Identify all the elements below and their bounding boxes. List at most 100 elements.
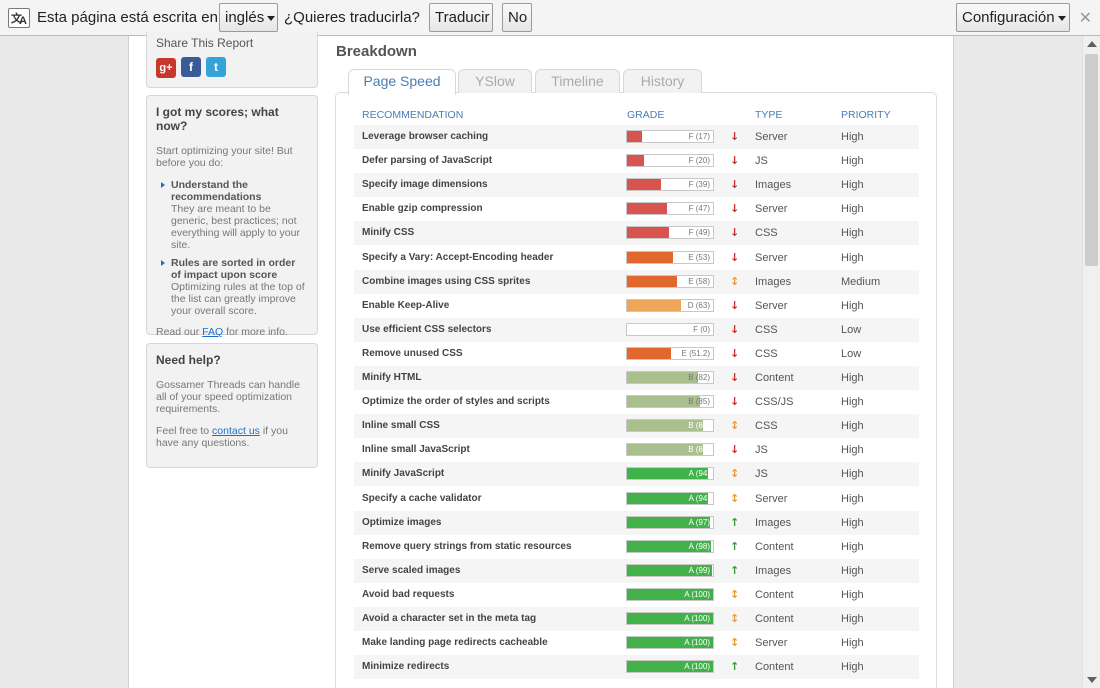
grade-fill: [627, 276, 677, 287]
type-cell: Server: [755, 637, 788, 649]
twitter-icon[interactable]: t: [206, 57, 226, 77]
no-button[interactable]: No: [502, 3, 532, 32]
col-recommendation[interactable]: RECOMMENDATION: [362, 109, 463, 121]
table-row[interactable]: Specify a Vary: Accept-Encoding header E …: [354, 246, 919, 270]
recommendation-name[interactable]: Make landing page redirects cacheable: [362, 637, 548, 648]
col-type[interactable]: TYPE: [755, 109, 782, 121]
recommendation-name[interactable]: Specify a Vary: Accept-Encoding header: [362, 252, 553, 263]
type-cell: JS: [755, 155, 768, 167]
contact-prefix: Feel free to: [156, 425, 210, 437]
recommendation-name[interactable]: Leverage browser caching: [362, 131, 488, 142]
translate-icon: 文A: [8, 8, 30, 28]
recommendation-name[interactable]: Avoid bad requests: [362, 589, 454, 600]
table-row[interactable]: Minimize redirects A (100) ↑ Content High: [354, 655, 919, 679]
translate-bar: 文A Esta página está escrita en inglés ¿Q…: [0, 0, 1100, 36]
recommendation-name[interactable]: Specify image dimensions: [362, 179, 488, 190]
recommendation-name[interactable]: Minify HTML: [362, 372, 421, 383]
table-row[interactable]: Optimize images A (97) ↑ Images High: [354, 511, 919, 535]
trend-down-icon: ↓: [730, 251, 740, 264]
priority-cell: High: [841, 589, 864, 601]
trend-down-icon: ↓: [730, 154, 740, 167]
recommendation-name[interactable]: Minify JavaScript: [362, 468, 444, 479]
table-row[interactable]: Specify a cache validator A (94) ↕ Server Hi…: [354, 487, 919, 511]
table-row[interactable]: Inline small CSS B (88) ↕ CSS High: [354, 414, 919, 438]
grade-label: F (49): [688, 228, 710, 237]
table-row[interactable]: Optimize the order of styles and scripts…: [354, 390, 919, 414]
priority-cell: High: [841, 565, 864, 577]
table-row[interactable]: Minify CSS F (49) ↓ CSS High: [354, 221, 919, 245]
recommendation-name[interactable]: Defer parsing of JavaScript: [362, 155, 492, 166]
table-row[interactable]: Defer parsing of JavaScript F (20) ↓ JS High: [354, 149, 919, 173]
table-row[interactable]: Enable gzip compression F (47) ↓ Server High: [354, 197, 919, 221]
table-row[interactable]: Avoid a character set in the meta tag A (…: [354, 607, 919, 631]
tab-yslow[interactable]: YSlow: [458, 69, 532, 93]
faq-link[interactable]: FAQ: [202, 326, 223, 338]
trend-up-icon: ↑: [730, 516, 740, 529]
tab-timeline[interactable]: Timeline: [535, 69, 620, 93]
recommendation-name[interactable]: Inline small JavaScript: [362, 444, 470, 455]
scroll-down-icon[interactable]: [1087, 677, 1097, 683]
close-icon[interactable]: ✕: [1079, 8, 1092, 28]
grade-bar: F (47): [626, 202, 714, 215]
recommendation-name[interactable]: Remove query strings from static resourc…: [362, 541, 572, 552]
type-cell: CSS: [755, 227, 778, 239]
tip-item: Understand the recommendations They are m…: [156, 179, 308, 251]
table-row[interactable]: Use efficient CSS selectors F (0) ↓ CSS Low: [354, 318, 919, 342]
table-row[interactable]: Inline small JavaScript B (88) ↓ JS High: [354, 438, 919, 462]
scroll-up-icon[interactable]: [1087, 41, 1097, 47]
recommendation-name[interactable]: Combine images using CSS sprites: [362, 276, 530, 287]
recommendation-name[interactable]: Remove unused CSS: [362, 348, 463, 359]
trend-up-icon: ↑: [730, 564, 740, 577]
settings-dropdown[interactable]: Configuración: [956, 3, 1070, 32]
table-row[interactable]: Serve scaled images A (99) ↑ Images High: [354, 559, 919, 583]
table-row[interactable]: Make landing page redirects cacheable A (…: [354, 631, 919, 655]
type-cell: Server: [755, 300, 788, 312]
grade-label: A (98): [688, 542, 710, 551]
table-row[interactable]: Enable Keep-Alive D (63) ↓ Server High: [354, 294, 919, 318]
google-plus-icon[interactable]: g+: [156, 58, 176, 78]
grade-bar: D (63): [626, 299, 714, 312]
trend-up-icon: ↑: [730, 660, 740, 673]
facebook-icon[interactable]: f: [181, 57, 201, 77]
language-select[interactable]: inglés: [219, 3, 278, 32]
grade-bar: A (98): [626, 540, 714, 553]
grade-label: A (100): [684, 614, 710, 623]
type-cell: Server: [755, 252, 788, 264]
recommendation-name[interactable]: Avoid a character set in the meta tag: [362, 613, 536, 624]
recommendation-name[interactable]: Minimize redirects: [362, 661, 449, 672]
table-row[interactable]: Specify image dimensions F (39) ↓ Images Hig…: [354, 173, 919, 197]
grade-bar: A (100): [626, 588, 714, 601]
recommendation-name[interactable]: Optimize the order of styles and scripts: [362, 396, 550, 407]
grade-label: D (63): [687, 301, 710, 310]
recommendation-name[interactable]: Enable Keep-Alive: [362, 300, 449, 311]
recommendation-name[interactable]: Specify a cache validator: [362, 493, 482, 504]
scrollbar[interactable]: [1082, 36, 1100, 688]
table-row[interactable]: Minify HTML B (82) ↓ Content High: [354, 366, 919, 390]
recommendation-name[interactable]: Minify CSS: [362, 227, 414, 238]
table-row[interactable]: Leverage browser caching F (17) ↓ Server Hig…: [354, 125, 919, 149]
table-row[interactable]: Remove query strings from static resourc…: [354, 535, 919, 559]
grade-bar: F (20): [626, 154, 714, 167]
trend-down-icon: ↓: [730, 130, 740, 143]
recommendation-name[interactable]: Inline small CSS: [362, 420, 440, 431]
table-row[interactable]: Minify JavaScript A (94) ↕ JS High: [354, 462, 919, 486]
table-row[interactable]: Combine images using CSS sprites E (58) ↕ I…: [354, 270, 919, 294]
trend-down-icon: ↓: [730, 178, 740, 191]
scroll-thumb[interactable]: [1085, 54, 1098, 266]
table-row[interactable]: Remove unused CSS E (51.2) ↓ CSS Low: [354, 342, 919, 366]
type-cell: CSS: [755, 420, 778, 432]
grade-bar: B (88): [626, 443, 714, 456]
table-row[interactable]: Avoid bad requests A (100) ↕ Content High: [354, 583, 919, 607]
recommendation-name[interactable]: Use efficient CSS selectors: [362, 324, 492, 335]
tab-history[interactable]: History: [623, 69, 702, 93]
trend-down-icon: ↓: [730, 299, 740, 312]
col-priority[interactable]: PRIORITY: [841, 109, 891, 121]
recommendation-name[interactable]: Enable gzip compression: [362, 203, 483, 214]
translate-button[interactable]: Traducir: [429, 3, 493, 32]
recommendation-name[interactable]: Optimize images: [362, 517, 441, 528]
recommendation-name[interactable]: Serve scaled images: [362, 565, 460, 576]
type-cell: CSS: [755, 348, 778, 360]
tab-page-speed[interactable]: Page Speed: [348, 69, 456, 95]
col-grade[interactable]: GRADE: [627, 109, 664, 121]
contact-link[interactable]: contact us: [212, 425, 260, 437]
